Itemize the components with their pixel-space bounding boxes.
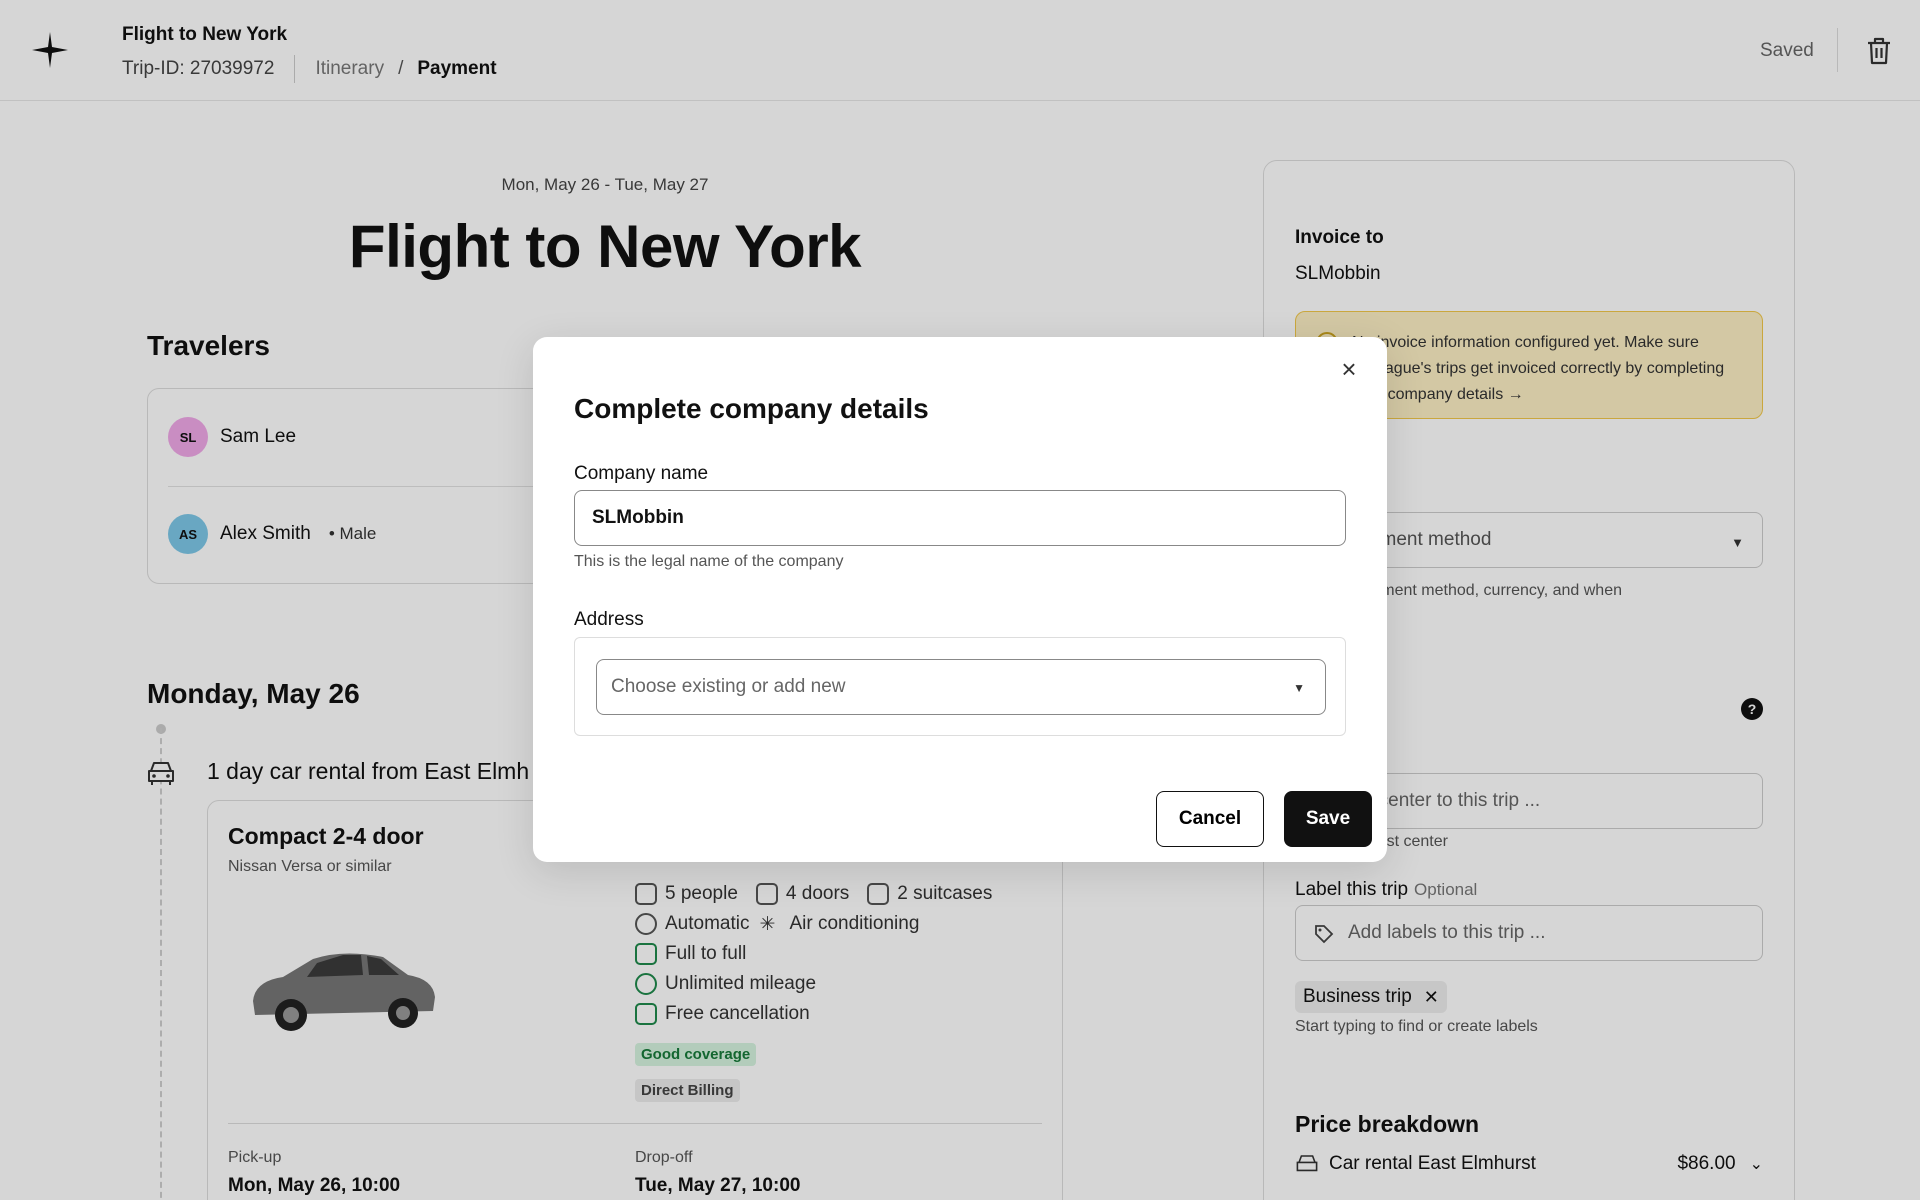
company-name-input[interactable]: SLMobbin — [574, 490, 1346, 546]
company-details-modal: × Complete company details Company name … — [533, 337, 1387, 862]
address-placeholder: Choose existing or add new — [611, 676, 846, 697]
address-container: Choose existing or add new ▼ — [574, 637, 1346, 736]
address-select[interactable]: Choose existing or add new ▼ — [596, 659, 1326, 715]
company-name-help: This is the legal name of the company — [574, 553, 844, 570]
cancel-button[interactable]: Cancel — [1156, 791, 1264, 847]
chevron-down-icon: ▼ — [1293, 681, 1305, 695]
close-icon[interactable]: × — [1335, 355, 1363, 383]
company-name-label: Company name — [574, 463, 709, 484]
modal-title: Complete company details — [574, 393, 929, 424]
save-button[interactable]: Save — [1284, 791, 1372, 847]
address-label: Address — [574, 609, 644, 630]
